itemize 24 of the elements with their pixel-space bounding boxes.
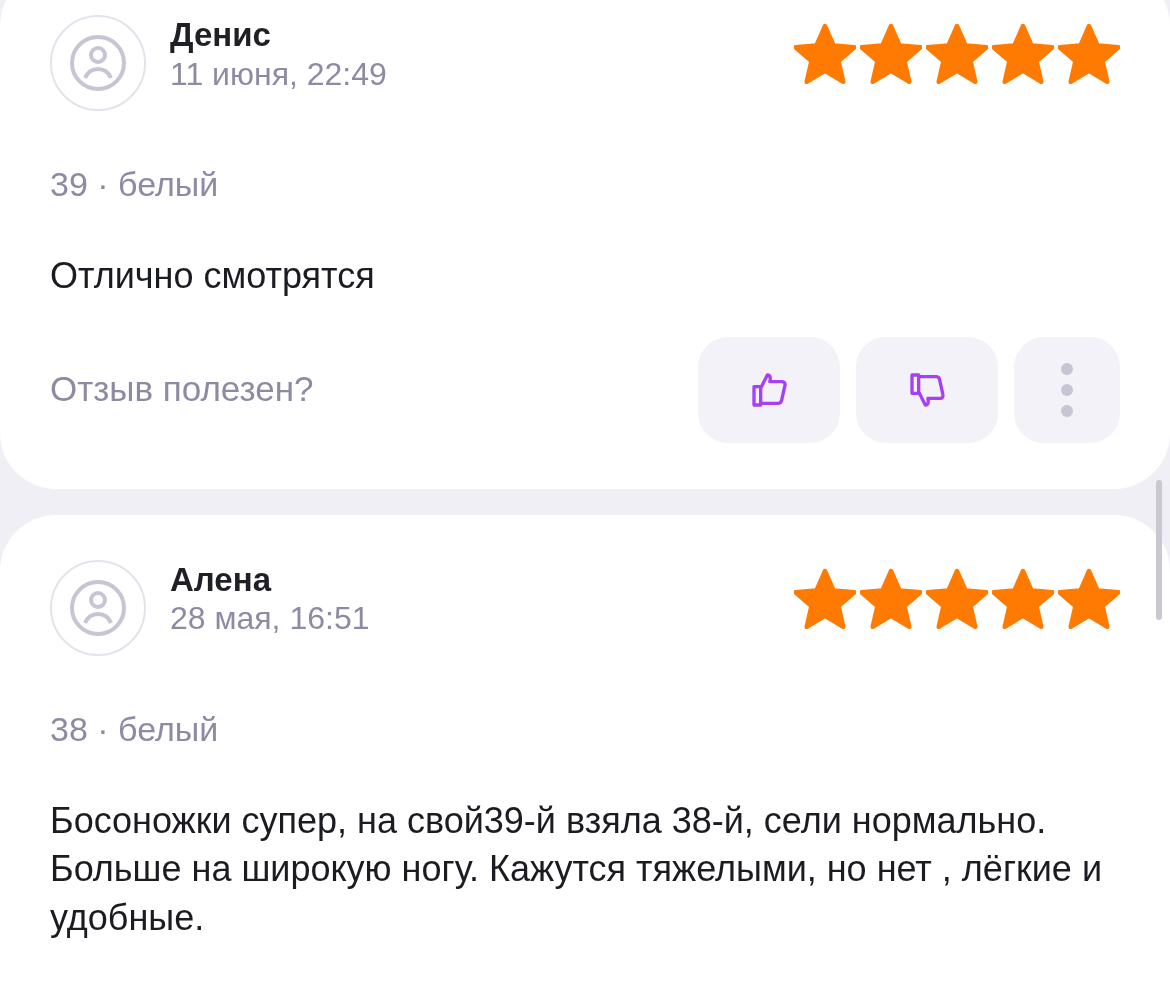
review-text: Босоножки супер, на свой39-й взяла 38-й, сели нормально. Больше на широкую ногу. Кажутся тяжелыми, но нет , лёгкие и удобные. <box>50 798 1103 940</box>
avatar-icon <box>50 559 146 656</box>
star-icon <box>926 23 988 85</box>
star-icon <box>926 567 988 630</box>
star-icon <box>794 567 856 630</box>
helpful-question: Отзыв полезен? <box>50 368 315 411</box>
more-icon <box>1060 361 1074 418</box>
author-name: Алена <box>170 559 273 600</box>
star-icon <box>992 23 1054 85</box>
star-icon <box>1058 23 1120 85</box>
size-color: 38 · белый <box>50 708 220 750</box>
size-color: 39 · белый <box>50 164 220 205</box>
author-name: Денис <box>170 15 272 55</box>
avatar-icon <box>50 15 146 111</box>
like-button[interactable] <box>698 336 840 443</box>
star-icon <box>1058 567 1120 630</box>
review-date: 11 июня, 22:49 <box>170 54 388 93</box>
dislike-button[interactable] <box>856 336 998 443</box>
star-icon <box>860 23 922 85</box>
star-icon <box>992 567 1054 630</box>
star-icon <box>794 23 856 85</box>
review-date: 28 мая, 16:51 <box>170 599 371 638</box>
star-icon <box>860 567 922 630</box>
review-text: Отлично смотрятся <box>50 254 376 298</box>
